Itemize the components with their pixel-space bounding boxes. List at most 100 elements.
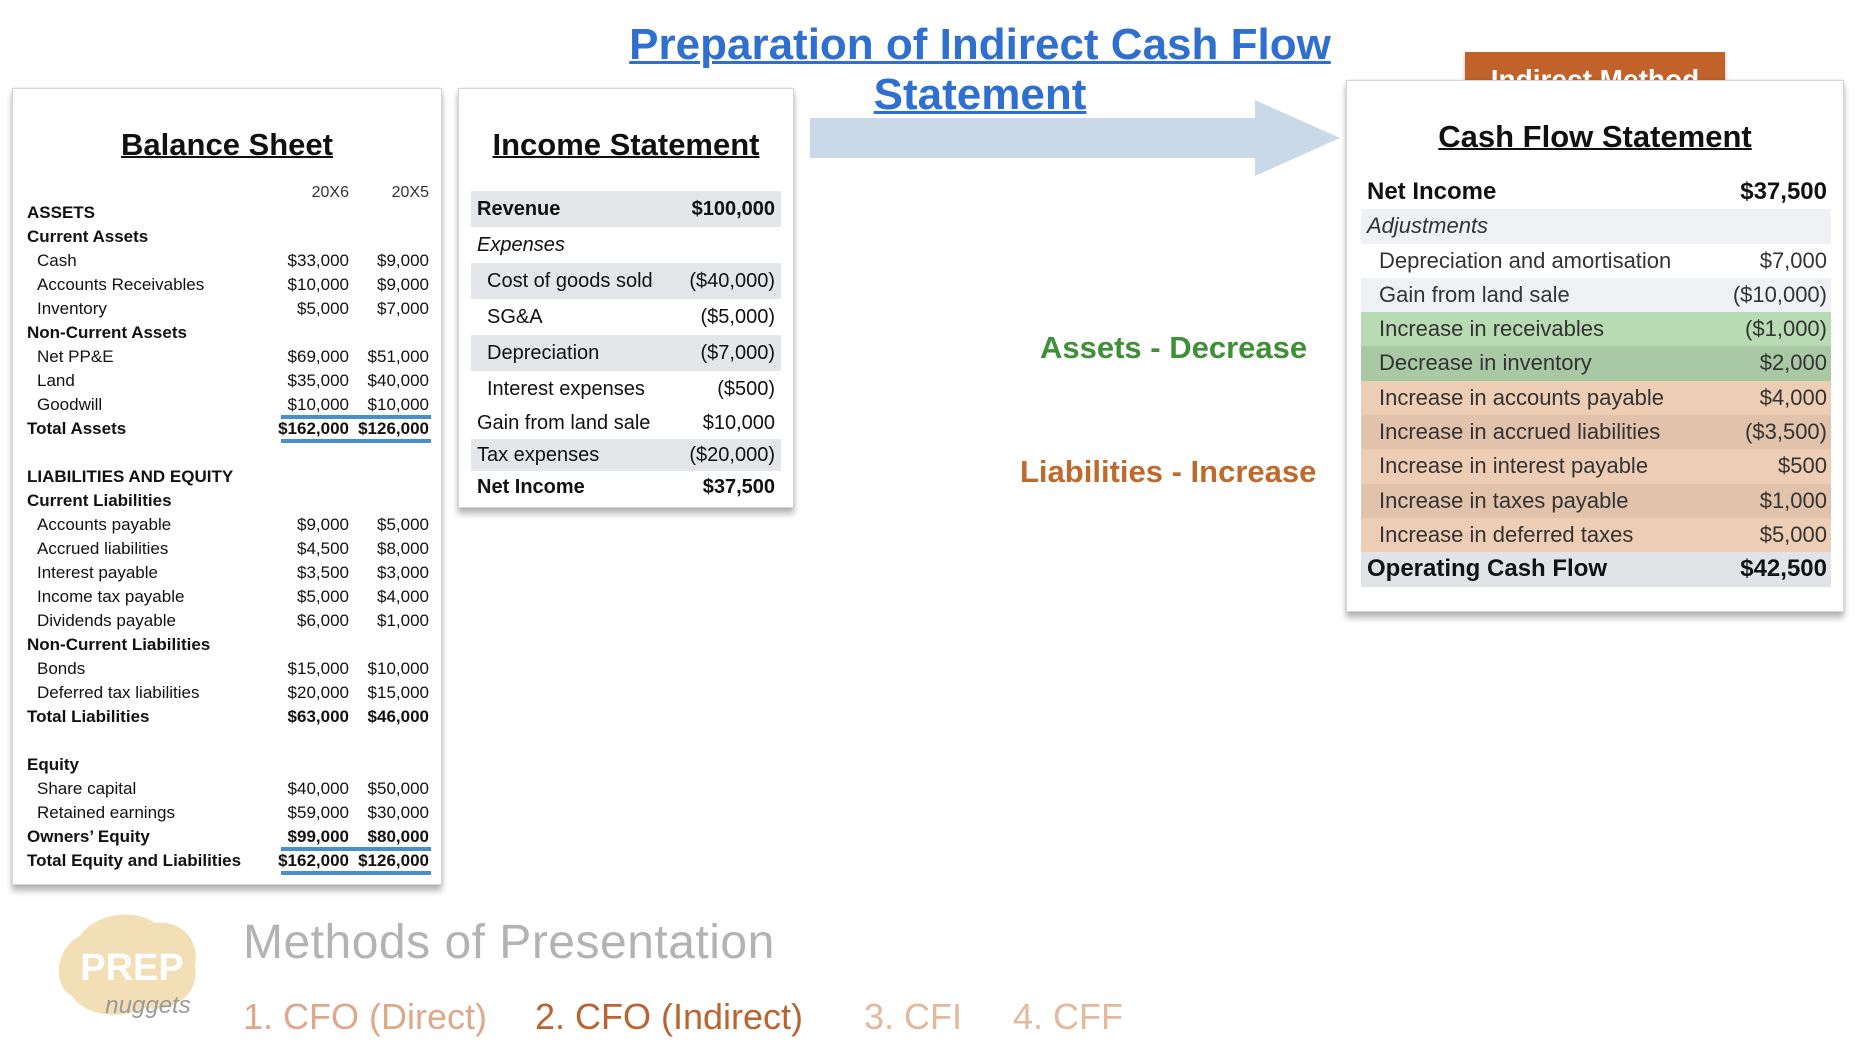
logo-text-prep: PREP <box>80 947 183 989</box>
income-statement-row: Cost of goods sold ($40,000) <box>471 263 781 299</box>
cash-flow-row-label: Increase in accounts payable <box>1379 384 1664 410</box>
income-statement-row-value: $37,500 <box>702 476 775 498</box>
balance-sheet-row: Interest payable $3,500 $3,000 <box>23 561 433 585</box>
income-statement-card: Income Statement Revenue $100,000 Expenses… <box>458 88 794 508</box>
cash-flow-row-value: $4,000 <box>1759 384 1827 410</box>
income-statement-row-label: Gain from land sale <box>477 412 651 434</box>
balance-sheet-value-20x5: $9,000 <box>377 275 429 294</box>
balance-sheet-value-20x5: $5,000 <box>377 515 429 534</box>
balance-sheet-row-label: Share capital <box>37 779 137 798</box>
balance-sheet-row <box>23 729 433 753</box>
assets-decrease-label: Assets - Decrease <box>1040 330 1308 365</box>
balance-sheet-row-label: LIABILITIES AND EQUITY <box>27 467 234 486</box>
balance-sheet-row: ASSETS <box>23 201 433 225</box>
balance-sheet-value-20x6: $162,000 <box>278 851 349 870</box>
balance-sheet-row: Inventory $5,000 $7,000 <box>23 297 433 321</box>
balance-sheet-value-20x6: $20,000 <box>287 683 349 702</box>
methods-of-presentation-heading: Methods of Presentation <box>243 916 775 969</box>
balance-sheet-value-20x6: $6,000 <box>297 611 349 630</box>
cash-flow-row: Increase in taxes payable $1,000 <box>1361 483 1831 518</box>
income-statement-table: Revenue $100,000 Expenses Cost of goods sol… <box>471 191 781 503</box>
income-statement-row-value: ($40,000) <box>689 270 775 292</box>
cash-flow-row: Increase in accrued liabilities ($3,500) <box>1361 415 1831 450</box>
balance-sheet-value-20x5: $40,000 <box>367 371 429 390</box>
cash-flow-row-label: Decrease in inventory <box>1379 350 1592 376</box>
cash-flow-row-label: Increase in receivables <box>1379 316 1605 342</box>
balance-sheet-row-label: Equity <box>27 755 79 774</box>
income-statement-row-value: ($20,000) <box>689 444 775 466</box>
balance-sheet-row: Land $35,000 $40,000 <box>23 369 433 393</box>
balance-sheet-table: ASSETS Current Assets Cash $33,000 $9,000 Acc… <box>23 201 433 875</box>
nav-cff[interactable]: 4. CFF <box>1013 996 1123 1038</box>
cash-flow-row-label: Increase in deferred taxes <box>1379 521 1634 547</box>
balance-sheet-row-label: Total Liabilities <box>27 707 150 726</box>
balance-sheet-value-20x5: $8,000 <box>377 539 429 558</box>
balance-sheet-value-20x6: $15,000 <box>287 659 349 678</box>
balance-sheet-value-20x6: $162,000 <box>278 419 349 438</box>
income-statement-row: Net Income $37,500 <box>471 471 781 503</box>
balance-sheet-value-20x5: $4,000 <box>377 587 429 606</box>
balance-sheet-value-20x6: $10,000 <box>287 395 349 414</box>
balance-sheet-value-20x6: $5,000 <box>297 299 349 318</box>
balance-sheet-row-label: Dividends payable <box>37 611 176 630</box>
prep-nuggets-logo: PREP nuggets <box>58 914 196 1019</box>
balance-sheet-value-20x6: $4,500 <box>297 539 349 558</box>
balance-sheet-value-20x5: $9,000 <box>377 251 429 270</box>
balance-sheet-row: Dividends payable $6,000 $1,000 <box>23 609 433 633</box>
cash-flow-row-label: Increase in interest payable <box>1379 453 1649 479</box>
nav-cfo-indirect[interactable]: 2. CFO (Indirect) <box>535 996 803 1038</box>
balance-sheet-row: Net PP&E $69,000 $51,000 <box>23 345 433 369</box>
balance-sheet-row: Non-Current Liabilities <box>23 633 433 657</box>
cash-flow-row-label: Depreciation and amortisation <box>1379 247 1672 273</box>
balance-sheet-value-20x5: $50,000 <box>367 779 429 798</box>
balance-sheet-row: LIABILITIES AND EQUITY <box>23 465 433 489</box>
balance-sheet-row-label: Current Assets <box>27 227 149 246</box>
cash-flow-row-value: ($3,500) <box>1745 419 1827 445</box>
cash-flow-row-value: ($1,000) <box>1745 316 1827 342</box>
cash-flow-row: Adjustments <box>1361 209 1831 244</box>
cash-flow-row-label: Operating Cash Flow <box>1367 555 1608 583</box>
balance-sheet-row-label: Land <box>37 371 75 390</box>
cash-flow-row: Net Income $37,500 <box>1361 175 1831 210</box>
balance-sheet-row-label: Total Assets <box>27 419 127 438</box>
balance-sheet-value-20x6: $69,000 <box>287 347 349 366</box>
income-statement-row: Interest expenses ($500) <box>471 371 781 407</box>
balance-sheet-row: Total Equity and Liabilities $162,000 $126… <box>23 849 433 875</box>
balance-sheet-row-label: Cash <box>37 251 77 270</box>
cash-flow-row-value: $5,000 <box>1759 521 1827 547</box>
income-statement-row-label: SG&A <box>487 306 543 328</box>
balance-sheet-row: Share capital $40,000 $50,000 <box>23 777 433 801</box>
balance-sheet-row: Owners’ Equity $99,000 $80,000 <box>23 825 433 851</box>
balance-sheet-row-label: Net PP&E <box>37 347 114 366</box>
balance-sheet-value-20x5: $51,000 <box>367 347 429 366</box>
balance-sheet-row: Deferred tax liabilities $20,000 $15,000 <box>23 681 433 705</box>
balance-sheet-row: Total Assets $162,000 $126,000 <box>23 417 433 443</box>
cash-flow-row-label: Gain from land sale <box>1379 281 1570 307</box>
balance-sheet-value-20x6: $5,000 <box>297 587 349 606</box>
balance-sheet-row-label: Income tax payable <box>37 587 185 606</box>
income-statement-title: Income Statement <box>492 127 760 162</box>
income-statement-row: SG&A ($5,000) <box>471 299 781 335</box>
balance-sheet-row: Accounts payable $9,000 $5,000 <box>23 513 433 537</box>
balance-sheet-value-20x6: $59,000 <box>287 803 349 822</box>
balance-sheet-row: Goodwill $10,000 $10,000 <box>23 393 433 419</box>
income-statement-row-label: Depreciation <box>487 342 600 364</box>
cash-flow-row: Decrease in inventory $2,000 <box>1361 346 1831 381</box>
cash-flow-row-value: $2,000 <box>1759 350 1827 376</box>
cash-flow-row-value: $7,000 <box>1759 247 1827 273</box>
cash-flow-row: Increase in deferred taxes $5,000 <box>1361 517 1831 553</box>
flow-arrow-icon <box>810 100 1340 176</box>
cash-flow-row-label: Increase in taxes payable <box>1379 487 1629 513</box>
nav-cfi[interactable]: 3. CFI <box>864 996 962 1038</box>
balance-sheet-row-label: Current Liabilities <box>27 491 172 510</box>
balance-sheet-value-20x5: $46,000 <box>367 707 429 726</box>
cash-flow-row: Increase in interest payable $500 <box>1361 449 1831 484</box>
balance-sheet-row: Equity <box>23 753 433 777</box>
nav-cfo-direct[interactable]: 1. CFO (Direct) <box>243 996 487 1038</box>
logo-text-nuggets: nuggets <box>105 992 190 1019</box>
income-statement-row-label: Revenue <box>477 198 561 220</box>
cash-flow-row-label: Adjustments <box>1367 213 1489 239</box>
balance-sheet-value-20x6: $40,000 <box>287 779 349 798</box>
income-statement-row-label: Tax expenses <box>477 444 600 466</box>
balance-sheet-row: Current Assets <box>23 225 433 249</box>
